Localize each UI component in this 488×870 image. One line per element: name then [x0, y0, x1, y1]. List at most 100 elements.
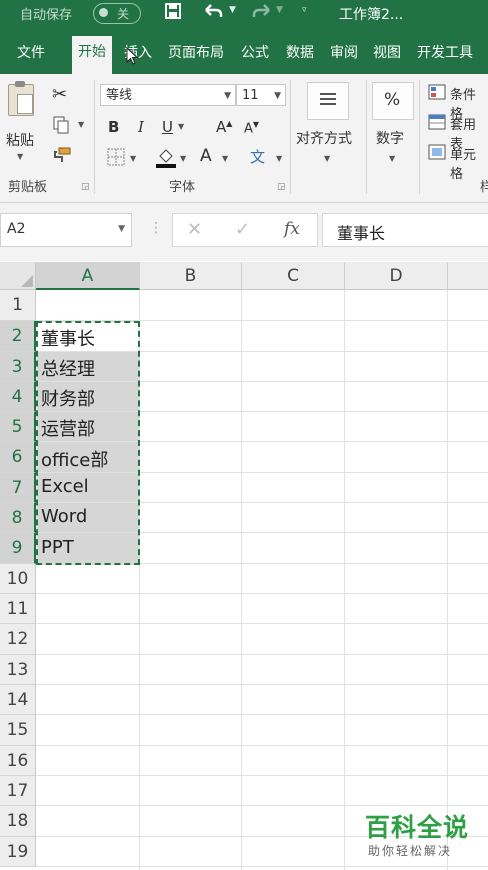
formula-buttons: ✕ ✓ fx — [172, 213, 318, 247]
font-size-select[interactable]: 11 ▼ — [236, 84, 286, 106]
customize-qat-icon[interactable]: ▿ — [302, 5, 307, 15]
paste-dropdown-icon: ▼ — [17, 152, 24, 161]
row-header[interactable]: 2 — [0, 321, 36, 352]
redo-dropdown-icon[interactable]: ▼ — [276, 5, 283, 15]
chevron-down-icon: ▼ — [274, 91, 281, 101]
enter-icon[interactable]: ✓ — [235, 219, 250, 240]
row-header[interactable]: 19 — [0, 837, 36, 867]
format-as-table-icon[interactable] — [428, 114, 446, 134]
phonetic-label: 文 — [250, 148, 266, 166]
row-header[interactable]: 5 — [0, 412, 36, 442]
column-header-e-partial[interactable] — [448, 262, 488, 290]
align-lines-icon — [320, 93, 336, 105]
alignment-dropdown-icon[interactable]: ▼ — [324, 154, 330, 163]
insert-function-icon[interactable]: fx — [284, 219, 300, 239]
column-header-a[interactable]: A — [36, 262, 140, 290]
grow-font-button[interactable]: A▲ — [216, 118, 232, 136]
column-header-d[interactable]: D — [345, 262, 448, 290]
grow-font-label: A — [216, 118, 227, 136]
fill-color-icon[interactable] — [155, 146, 177, 172]
row-header[interactable]: 10 — [0, 564, 36, 594]
worksheet-grid[interactable]: A B C D 1 2 3 4 5 6 7 8 9 10 11 12 13 14… — [0, 262, 488, 870]
undo-icon[interactable] — [202, 2, 224, 24]
number-format-button[interactable]: % — [372, 82, 414, 120]
toggle-knob — [99, 8, 108, 17]
formula-input[interactable]: 董事长 — [322, 213, 488, 247]
tab-view[interactable]: 视图 — [368, 38, 406, 74]
ribbon-tabs: 文件 开始 插入 页面布局 公式 数据 审阅 视图 开发工具 — [0, 28, 488, 74]
watermark-subtitle: 助你轻松解决 — [368, 844, 453, 858]
row-header[interactable]: 4 — [0, 382, 36, 412]
row-header[interactable]: 11 — [0, 594, 36, 624]
clipboard-launcher-icon[interactable]: ◲ — [81, 182, 90, 192]
copy-icon[interactable] — [52, 116, 72, 138]
font-group-label: 字体 — [169, 180, 196, 195]
shrink-font-button[interactable]: A▼ — [244, 120, 259, 136]
phonetic-icon[interactable]: 文 — [250, 146, 265, 167]
save-icon[interactable] — [164, 2, 182, 24]
redo-icon[interactable] — [251, 2, 273, 24]
row-header[interactable]: 6 — [0, 442, 36, 473]
document-title: 工作簿2... — [339, 7, 404, 23]
column-header-c[interactable]: C — [242, 262, 345, 290]
row-header[interactable]: 16 — [0, 746, 36, 776]
tab-insert[interactable]: 插入 — [118, 38, 158, 74]
row-header[interactable]: 13 — [0, 655, 36, 685]
phonetic-dropdown-icon[interactable]: ▼ — [276, 154, 282, 163]
shrink-font-label: A — [244, 121, 253, 137]
clipboard-group-label: 剪贴板 — [8, 180, 48, 195]
row-header[interactable]: 9 — [0, 533, 36, 564]
cell-styles-icon[interactable] — [428, 144, 446, 164]
tab-page-layout[interactable]: 页面布局 — [162, 38, 230, 74]
borders-icon[interactable] — [106, 148, 126, 170]
font-color-label: A — [200, 146, 212, 166]
font-launcher-icon[interactable]: ◲ — [277, 182, 286, 192]
italic-button[interactable]: I — [138, 118, 144, 136]
font-color-dropdown-icon[interactable]: ▼ — [222, 154, 228, 163]
name-box[interactable]: A2 ▼ — [0, 213, 132, 247]
font-color-button[interactable]: A — [200, 146, 212, 166]
copy-dropdown-icon[interactable]: ▼ — [78, 120, 84, 129]
autosave-state: 关 — [117, 7, 130, 21]
borders-dropdown-icon[interactable]: ▼ — [130, 154, 136, 163]
bold-button[interactable]: B — [108, 118, 119, 136]
undo-dropdown-icon[interactable]: ▼ — [229, 5, 236, 15]
underline-button[interactable]: U — [162, 118, 173, 136]
cancel-icon[interactable]: ✕ — [187, 219, 202, 240]
tab-data[interactable]: 数据 — [281, 38, 319, 74]
fill-color-dropdown-icon[interactable]: ▼ — [180, 154, 186, 163]
tab-home[interactable]: 开始 — [72, 36, 112, 74]
tab-formulas[interactable]: 公式 — [236, 38, 274, 74]
row-header[interactable]: 1 — [0, 290, 36, 321]
font-name-select[interactable]: 等线 ▼ — [100, 84, 236, 106]
format-painter-icon[interactable] — [52, 146, 72, 168]
row-header[interactable]: 14 — [0, 685, 36, 715]
chevron-down-icon[interactable]: ▼ — [118, 224, 125, 234]
font-name-value: 等线 — [106, 88, 133, 103]
row-header[interactable]: 3 — [0, 352, 36, 382]
splitter-handle-icon[interactable]: ⋮ — [149, 220, 163, 236]
name-box-value: A2 — [7, 221, 26, 237]
underline-dropdown-icon[interactable]: ▼ — [178, 122, 184, 131]
row-header[interactable]: 15 — [0, 715, 36, 746]
tab-review[interactable]: 审阅 — [325, 38, 363, 74]
tab-file[interactable]: 文件 — [6, 38, 56, 74]
number-dropdown-icon[interactable]: ▼ — [389, 154, 395, 163]
column-header-b[interactable]: B — [140, 262, 242, 290]
autosave-label: 自动保存 — [20, 8, 73, 23]
mouse-cursor-icon — [126, 46, 139, 69]
row-header[interactable]: 18 — [0, 806, 36, 837]
alignment-button[interactable] — [307, 82, 349, 120]
paste-icon — [8, 81, 34, 116]
row-header[interactable]: 7 — [0, 473, 36, 503]
paste-button[interactable]: 粘贴 ▼ — [0, 74, 44, 162]
cut-icon[interactable]: ✂ — [52, 84, 67, 105]
row-header[interactable]: 8 — [0, 503, 36, 533]
row-header[interactable]: 17 — [0, 776, 36, 806]
select-all-button[interactable] — [0, 262, 36, 290]
conditional-format-icon[interactable] — [428, 84, 446, 104]
row-header[interactable]: 12 — [0, 624, 36, 655]
autosave-toggle[interactable]: 关 — [93, 3, 141, 24]
watermark-title: 百科全说 — [365, 813, 470, 842]
tab-developer[interactable]: 开发工具 — [411, 38, 479, 74]
